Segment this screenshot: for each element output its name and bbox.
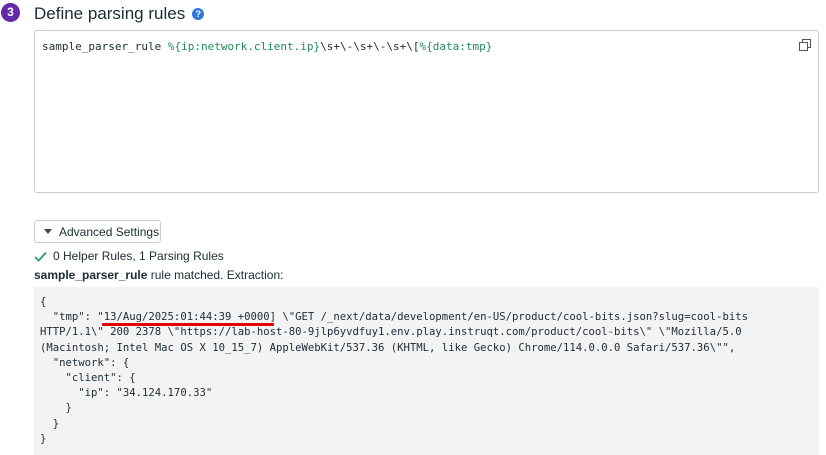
json-line: } [40, 417, 60, 430]
matched-rule-name: sample_parser_rule [34, 268, 148, 282]
rules-summary-text: 0 Helper Rules, 1 Parsing Rules [53, 249, 224, 263]
section-title: Define parsing rules ? [34, 4, 205, 24]
json-line: } [40, 432, 47, 445]
check-icon [34, 251, 47, 262]
caret-down-icon [44, 229, 52, 234]
parsing-rules-editor[interactable]: sample_parser_rule %{ip:network.client.i… [34, 30, 819, 193]
parsing-rules-page: 3 Define parsing rules ? sample_parser_r… [0, 0, 826, 455]
rules-summary: 0 Helper Rules, 1 Parsing Rules [34, 249, 224, 263]
json-line: "ip": "34.124.170.33" [40, 387, 213, 400]
advanced-settings-button[interactable]: Advanced Settings [34, 220, 161, 243]
extraction-result: { "tmp": "13/Aug/2025:01:44:39 +0000] \"… [34, 287, 819, 455]
regex-token: \s+\-\s+\-\s+\[ [320, 40, 420, 53]
ip-matcher-token: %{ip:network.client.ip} [167, 40, 321, 53]
json-line: HTTP/1.1\" 200 2378 \"https://lab-host-8… [40, 326, 742, 339]
rule-line[interactable]: sample_parser_rule %{ip:network.client.i… [42, 40, 492, 53]
data-matcher-token: %{data:tmp} [419, 40, 493, 53]
json-line: "network": { [40, 356, 130, 369]
copy-icon[interactable] [799, 39, 811, 51]
step-number-badge: 3 [1, 3, 20, 22]
match-status: sample_parser_rule rule matched. Extract… [34, 268, 283, 282]
json-line: { [40, 296, 47, 308]
json-line: "client": { [40, 372, 136, 385]
rule-name: sample_parser_rule [42, 40, 162, 53]
section-title-text: Define parsing rules [34, 4, 186, 23]
help-icon[interactable]: ? [192, 8, 205, 20]
advanced-settings-label: Advanced Settings [59, 224, 160, 239]
red-underline-annotation [102, 323, 274, 326]
match-status-text: rule matched. Extraction: [147, 268, 284, 282]
json-line: (Macintosh; Intel Mac OS X 10_15_7) Appl… [40, 341, 736, 354]
extraction-json: { "tmp": "13/Aug/2025:01:44:39 +0000] \"… [40, 295, 748, 447]
json-line: } [40, 402, 72, 415]
